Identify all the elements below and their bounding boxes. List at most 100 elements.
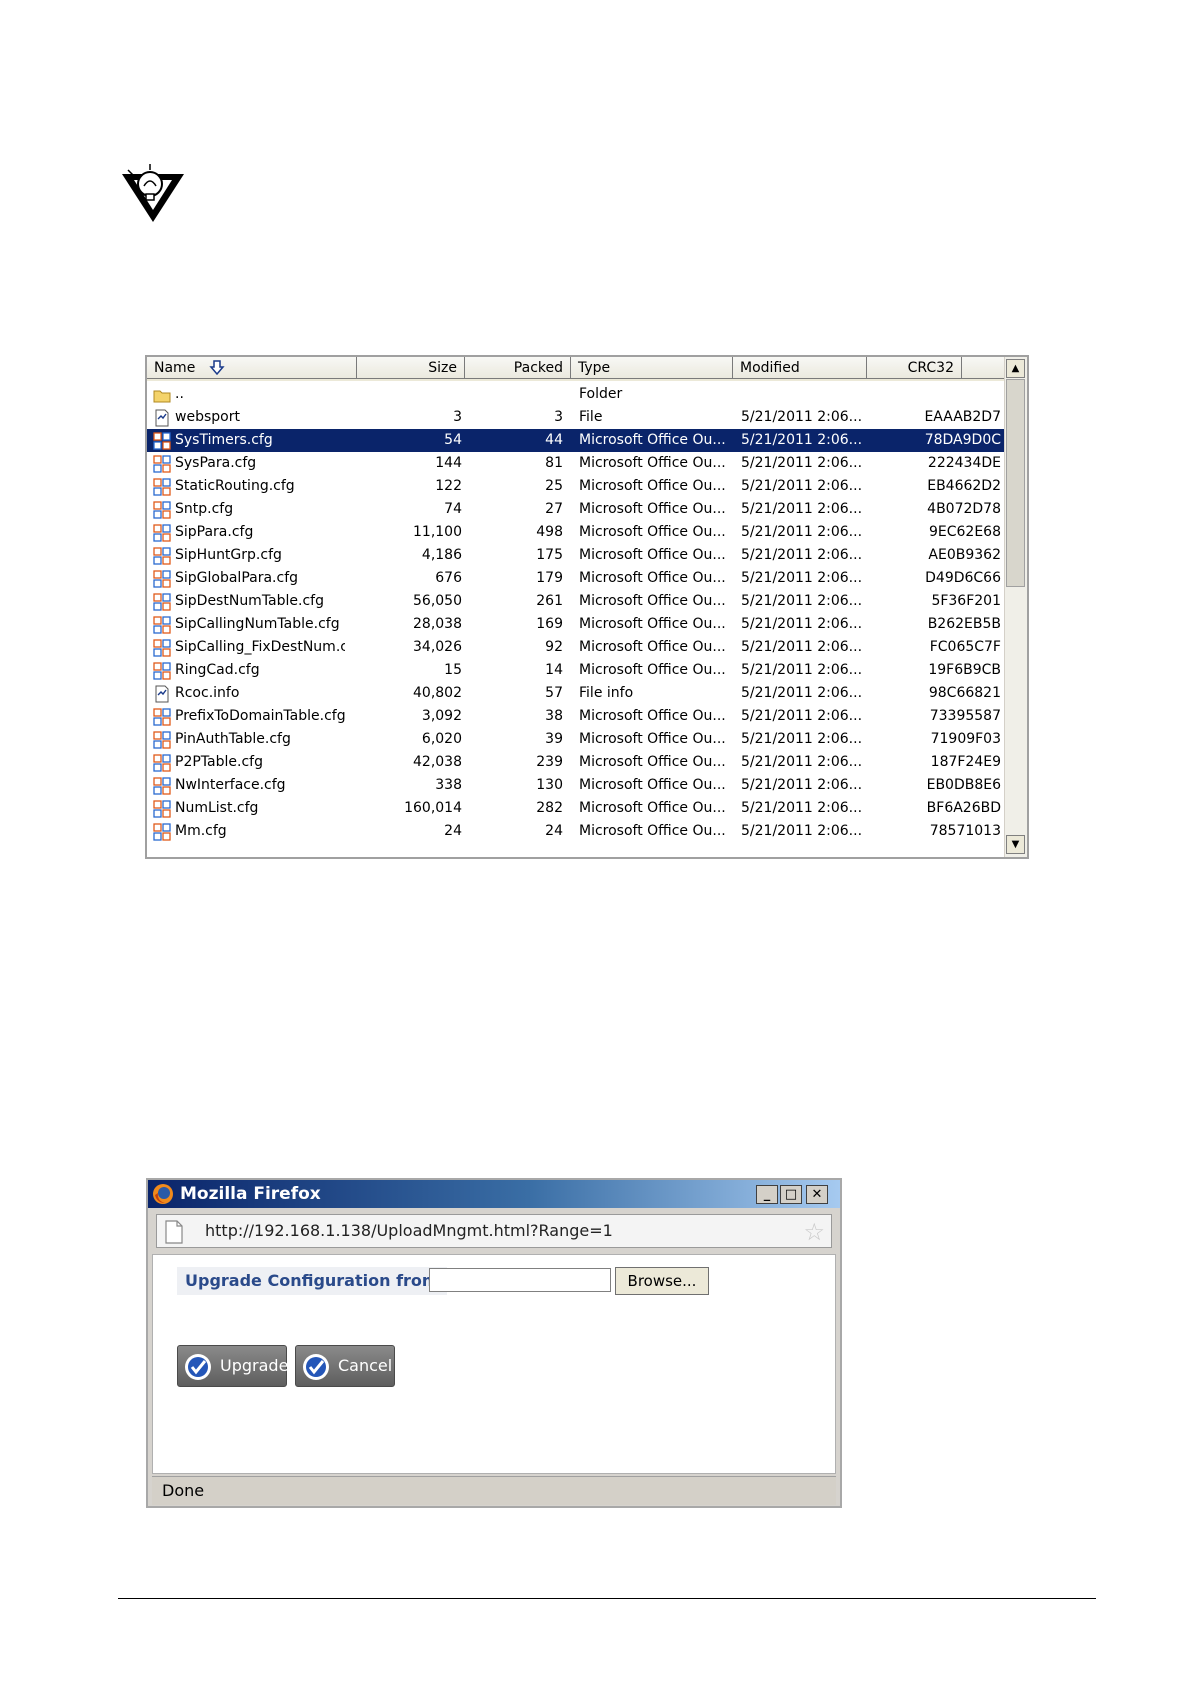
column-header-packed[interactable]: Packed xyxy=(465,357,571,379)
cfg-icon xyxy=(153,659,173,682)
file-crc32: 5F36F201 xyxy=(931,593,1001,609)
url-text[interactable]: http://192.168.1.138/UploadMngmt.html?Ra… xyxy=(205,1215,613,1247)
file-modified: 5/21/2011 2:06... xyxy=(741,823,863,839)
file-crc32: 4B072D78 xyxy=(927,501,1001,517)
file-size: 11,100 xyxy=(413,524,462,540)
file-modified: 5/21/2011 2:06... xyxy=(741,708,863,724)
file-crc32: AE0B9362 xyxy=(928,547,1001,563)
file-crc32: 187F24E9 xyxy=(930,754,1001,770)
scroll-up-arrow-icon[interactable]: ▲ xyxy=(1006,359,1025,378)
file-row[interactable]: SipDestNumTable.cfg 56,050 261 Microsoft Of… xyxy=(147,590,1005,613)
file-modified: 5/21/2011 2:06... xyxy=(741,639,863,655)
file-name: .. xyxy=(175,386,184,402)
address-bar[interactable]: http://192.168.1.138/UploadMngmt.html?Ra… xyxy=(156,1214,832,1248)
close-button[interactable]: ✕ xyxy=(806,1185,828,1204)
scrollbar-thumb[interactable] xyxy=(1006,379,1025,587)
file-type: Microsoft Office Ou... xyxy=(579,662,726,678)
file-row[interactable]: PinAuthTable.cfg 6,020 39 Microsoft Office … xyxy=(147,728,1005,751)
note-lightbulb-icon xyxy=(122,164,184,222)
file-type: Microsoft Office Ou... xyxy=(579,501,726,517)
file-modified xyxy=(741,383,871,406)
cfg-icon xyxy=(153,475,173,498)
file-size: 42,038 xyxy=(413,754,462,770)
file-row[interactable]: NumList.cfg 160,014 282 Microsoft Office Ou… xyxy=(147,797,1005,820)
file-row[interactable]: Mm.cfg 24 24 Microsoft Office Ou... 5/21/201… xyxy=(147,820,1005,843)
file-name: NwInterface.cfg xyxy=(175,777,286,793)
column-header-modified[interactable]: Modified xyxy=(733,357,867,379)
file-row[interactable]: SipCallingNumTable.cfg 28,038 169 Microsoft… xyxy=(147,613,1005,636)
column-header-size[interactable]: Size xyxy=(357,357,465,379)
footer-divider xyxy=(118,1598,1096,1599)
file-row[interactable]: RingCad.cfg 15 14 Microsoft Office Ou... 5/2… xyxy=(147,659,1005,682)
file-row[interactable]: Sntp.cfg 74 27 Microsoft Office Ou... 5/21/2… xyxy=(147,498,1005,521)
cancel-button[interactable]: Cancel xyxy=(295,1345,395,1387)
file-size: 338 xyxy=(435,777,462,793)
upgrade-button[interactable]: Upgrade xyxy=(177,1345,288,1387)
file-row[interactable]: SipGlobalPara.cfg 676 179 Microsoft Office … xyxy=(147,567,1005,590)
file-type: Microsoft Office Ou... xyxy=(579,800,726,816)
cfg-icon xyxy=(153,797,173,820)
vertical-scrollbar[interactable]: ▲ ▼ xyxy=(1004,357,1027,857)
column-header-extra xyxy=(962,357,1009,379)
file-packed-size: 27 xyxy=(545,501,563,517)
file-row[interactable]: SysTimers.cfg 54 44 Microsoft Office Ou... 5… xyxy=(147,429,1005,452)
cfg-icon xyxy=(153,636,173,659)
file-type: File info xyxy=(579,685,634,701)
file-size: 676 xyxy=(435,570,462,586)
minimize-button[interactable]: _ xyxy=(756,1185,778,1204)
folder-icon xyxy=(153,383,173,406)
file-crc32: EB0DB8E6 xyxy=(926,777,1001,793)
file-type: Microsoft Office Ou... xyxy=(579,432,726,448)
cfg-icon xyxy=(153,429,173,452)
file-type: Microsoft Office Ou... xyxy=(579,570,726,586)
file-row[interactable]: SipPara.cfg 11,100 498 Microsoft Office Ou.… xyxy=(147,521,1005,544)
scroll-down-arrow-icon[interactable]: ▼ xyxy=(1006,835,1025,854)
file-crc32: FC065C7F xyxy=(929,639,1001,655)
file-name: SipHuntGrp.cfg xyxy=(175,547,282,563)
cfg-icon xyxy=(153,567,173,590)
file-packed-size: 179 xyxy=(536,570,563,586)
file-type: Microsoft Office Ou... xyxy=(579,777,726,793)
bookmark-star-icon[interactable]: ☆ xyxy=(803,1219,825,1245)
file-row[interactable]: StaticRouting.cfg 122 25 Microsoft Office O… xyxy=(147,475,1005,498)
file-modified: 5/21/2011 2:06... xyxy=(741,754,863,770)
column-header-type[interactable]: Type xyxy=(571,357,733,379)
browse-button[interactable]: Browse... xyxy=(615,1267,709,1295)
cfg-icon xyxy=(153,498,173,521)
column-header-name[interactable]: Name xyxy=(147,357,357,379)
file-row[interactable]: Rcoc.info 40,802 57 File info 5/21/2011 2:06… xyxy=(147,682,1005,705)
file-row[interactable]: SipCalling_FixDestNum.cfg 34,026 92 Microso… xyxy=(147,636,1005,659)
column-header-crc32[interactable]: CRC32 xyxy=(867,357,962,379)
file-modified: 5/21/2011 2:06... xyxy=(741,685,863,701)
upgrade-configuration-label: Upgrade Configuration from xyxy=(177,1267,447,1295)
file-modified: 5/21/2011 2:06... xyxy=(741,593,863,609)
archive-file-list[interactable]: Name Size Packed Type Modified CRC32 .. F… xyxy=(145,355,1029,859)
file-size: 28,038 xyxy=(413,616,462,632)
file-row[interactable]: PrefixToDomainTable.cfg 3,092 38 Microsoft … xyxy=(147,705,1005,728)
title-bar[interactable]: Mozilla Firefox _ □ ✕ xyxy=(148,1180,840,1208)
file-type: Microsoft Office Ou... xyxy=(579,593,726,609)
file-row[interactable]: SysPara.cfg 144 81 Microsoft Office Ou... 5/… xyxy=(147,452,1005,475)
checkmark-icon xyxy=(185,1354,211,1380)
file-row[interactable]: .. Folder xyxy=(147,383,1005,406)
file-size: 74 xyxy=(444,501,462,517)
file-row[interactable]: websport 3 3 File 5/21/2011 2:06... EAAAB2D7 xyxy=(147,406,1005,429)
file-name: P2PTable.cfg xyxy=(175,754,263,770)
maximize-button[interactable]: □ xyxy=(780,1185,802,1204)
config-file-input[interactable] xyxy=(429,1268,611,1292)
file-modified: 5/21/2011 2:06... xyxy=(741,501,863,517)
file-packed-size xyxy=(467,383,563,406)
file-packed-size: 14 xyxy=(545,662,563,678)
file-crc32: D49D6C66 xyxy=(925,570,1001,586)
file-packed-size: 169 xyxy=(536,616,563,632)
file-type: Folder xyxy=(579,386,623,402)
cfg-icon xyxy=(153,544,173,567)
file-modified: 5/21/2011 2:06... xyxy=(741,432,863,448)
file-name: PinAuthTable.cfg xyxy=(175,731,291,747)
file-row[interactable]: P2PTable.cfg 42,038 239 Microsoft Office Ou… xyxy=(147,751,1005,774)
page-content: Upgrade Configuration from Browse... Upg… xyxy=(152,1254,836,1474)
file-row[interactable]: NwInterface.cfg 338 130 Microsoft Office Ou… xyxy=(147,774,1005,797)
file-row[interactable]: SipHuntGrp.cfg 4,186 175 Microsoft Office O… xyxy=(147,544,1005,567)
file-type: Microsoft Office Ou... xyxy=(579,478,726,494)
file-size: 144 xyxy=(435,455,462,471)
